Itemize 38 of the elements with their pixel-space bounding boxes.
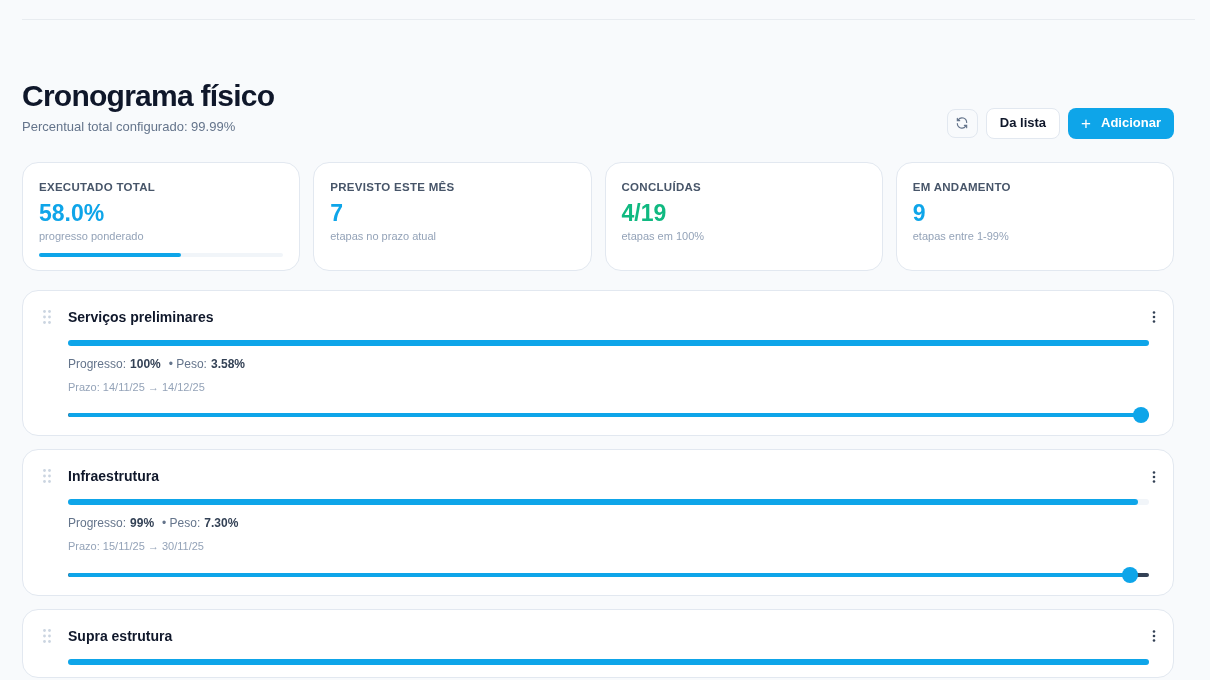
refresh-button[interactable] [946, 108, 978, 138]
page-title: Cronograma físico [22, 78, 275, 114]
refresh-icon [955, 116, 970, 130]
deadline-text: Prazo: 15/11/25 → 30/11/25 [68, 539, 205, 554]
drag-handle-icon[interactable] [43, 469, 51, 483]
progress-label: Progresso: [68, 355, 127, 373]
stage-name: Supra estrutura [68, 626, 173, 646]
stat-caption: etapas em 100% [621, 228, 706, 244]
progress-slider[interactable] [68, 566, 1149, 583]
deadline-text: Prazo: 14/11/25 → 14/12/25 [68, 379, 206, 395]
stat-value: 58.0% [39, 198, 105, 227]
more-options-icon[interactable] [1152, 630, 1156, 642]
progress-value: 99% [130, 515, 155, 532]
weight-value: 7.30% [204, 515, 239, 532]
stat-caption: progresso ponderado [39, 228, 145, 244]
stat-label: PREVISTO ESTE MÊS [330, 179, 456, 195]
stat-caption: etapas no prazo atual [330, 228, 438, 244]
progress-slider[interactable] [68, 407, 1149, 423]
weight-label: • Peso: [162, 515, 201, 532]
stat-label: CONCLUÍDAS [621, 179, 703, 195]
weight-value: 3.58% [210, 355, 245, 373]
drag-handle-icon[interactable] [43, 628, 51, 643]
progress-label: Progresso: [68, 515, 127, 532]
drag-handle-icon[interactable] [43, 309, 51, 324]
from-list-button[interactable]: Da lista [985, 107, 1061, 139]
stat-value: 7 [330, 198, 344, 227]
stat-value: 4/19 [621, 198, 667, 227]
more-options-icon[interactable] [1152, 311, 1156, 323]
progress-value: 100% [130, 355, 161, 373]
stat-caption: etapas entre 1-99% [912, 228, 1010, 244]
more-options-icon[interactable] [1152, 470, 1156, 483]
stage-name: Infraestrutura [68, 467, 160, 486]
stat-value: 9 [912, 198, 926, 227]
page-subtitle: Percentual total configurado: 99.99% [22, 118, 237, 136]
stat-label: EM ANDAMENTO [912, 179, 1012, 195]
stat-label: EXECUTADO TOTAL [39, 179, 157, 195]
stage-name: Serviços preliminares [68, 307, 214, 327]
weight-label: • Peso: [168, 355, 207, 373]
